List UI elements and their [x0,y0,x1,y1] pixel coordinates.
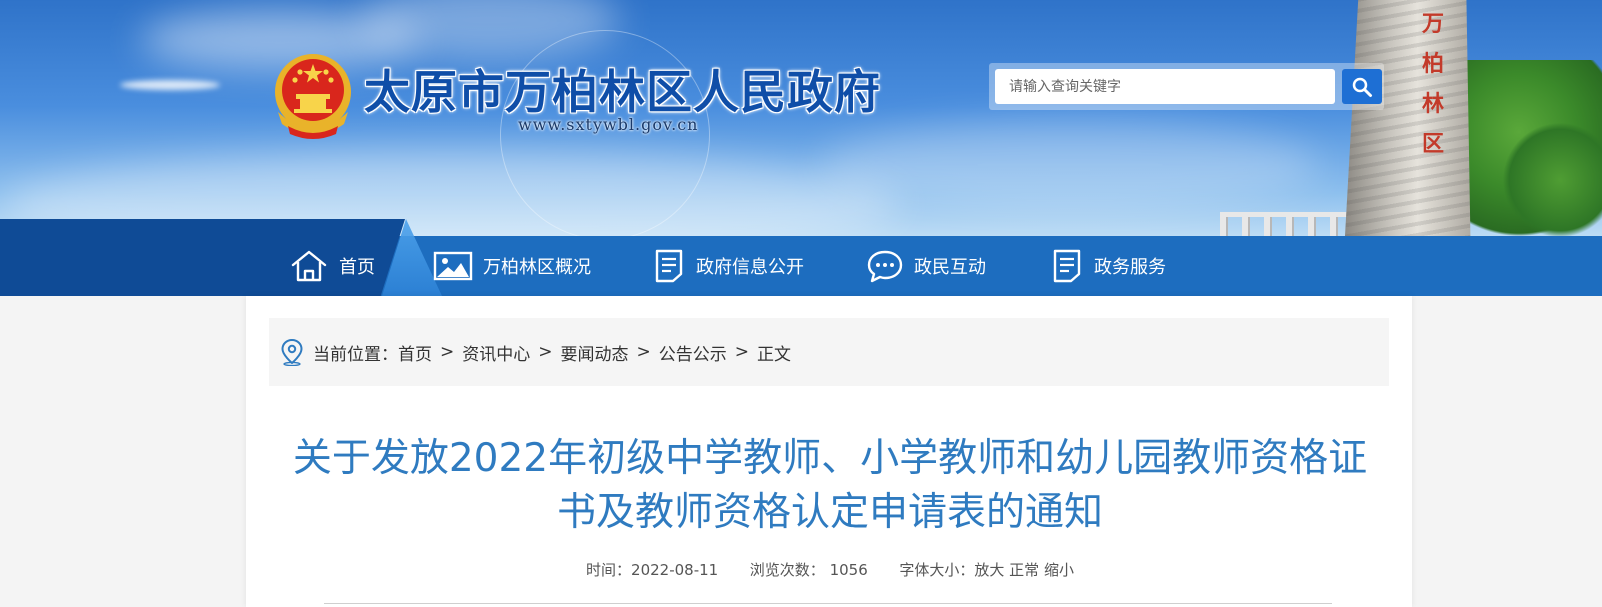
nav-item-gov-info[interactable]: 政府信息公开 [652,236,804,296]
breadcrumb-home[interactable]: 首页 [398,340,432,365]
light-flare [120,80,220,90]
article-title: 关于发放2022年初级中学教师、小学教师和幼儿园教师资格证 书及教师资格认定申请… [272,432,1388,540]
nav-item-label: 政府信息公开 [696,257,804,278]
nav-item-services[interactable]: 政务服务 [1050,236,1166,296]
site-url: www.sxtywbl.gov.cn [518,115,699,134]
breadcrumb-separator: > [538,342,553,362]
nav-item-label: 万柏林区概况 [483,257,591,278]
search-icon [1352,77,1372,97]
font-size-label: 字体大小： [899,561,975,579]
search-button[interactable] [1342,69,1382,104]
home-icon [291,250,327,282]
article-title-line: 书及教师资格认定申请表的通知 [556,490,1103,535]
nav-item-interaction[interactable]: 政民互动 [866,236,986,296]
breadcrumb-separator: > [734,342,749,362]
font-normal-button[interactable]: 正常 [1009,561,1039,579]
trees-decoration [1500,110,1602,236]
views-label: 浏览次数： [749,561,825,579]
chat-icon [867,250,903,283]
monument-inscription: 万 柏 林 区 [1421,11,1444,157]
view-count: 1056 [829,561,868,579]
breadcrumb-announcements[interactable]: 公告公示 [659,340,727,365]
nav-item-label: 首页 [339,257,375,278]
search-input[interactable] [995,69,1335,104]
cloud-decoration [820,120,1320,210]
document-icon [1053,249,1081,283]
nav-item-label: 政务服务 [1094,257,1166,278]
breadcrumb: 当前位置： 首页 > 资讯中心 > 要闻动态 > 公告公示 > 正文 [269,318,1389,386]
article-meta: 时间：2022-08-11 浏览次数： 1056 字体大小：放大 正常 缩小 [272,559,1388,580]
national-emblem-icon[interactable] [270,50,356,140]
font-small-button[interactable]: 缩小 [1044,561,1074,579]
nav-item-overview[interactable]: 万柏林区概况 [433,236,591,296]
breadcrumb-news-center[interactable]: 资讯中心 [462,340,530,365]
document-icon [655,249,683,283]
breadcrumb-news[interactable]: 要闻动态 [561,340,629,365]
location-pin-icon [281,338,303,366]
breadcrumb-prefix: 当前位置： [313,344,398,365]
search-box [989,63,1384,110]
image-icon [433,251,473,281]
font-large-button[interactable]: 放大 [974,561,1004,579]
nav-item-label: 政民互动 [914,257,986,278]
divider [324,603,1332,604]
monument-image [1345,0,1471,236]
publish-date: 2022-08-11 [631,561,719,579]
time-label: 时间： [586,561,632,579]
breadcrumb-current: 正文 [757,344,791,365]
breadcrumb-separator: > [636,342,651,362]
article-title-line: 关于发放2022年初级中学教师、小学教师和幼儿园教师资格证 [292,436,1368,481]
nav-item-home[interactable]: 首页 [289,236,375,296]
breadcrumb-separator: > [440,342,455,362]
site-title[interactable]: 太原市万柏林区人民政府 [364,56,881,122]
